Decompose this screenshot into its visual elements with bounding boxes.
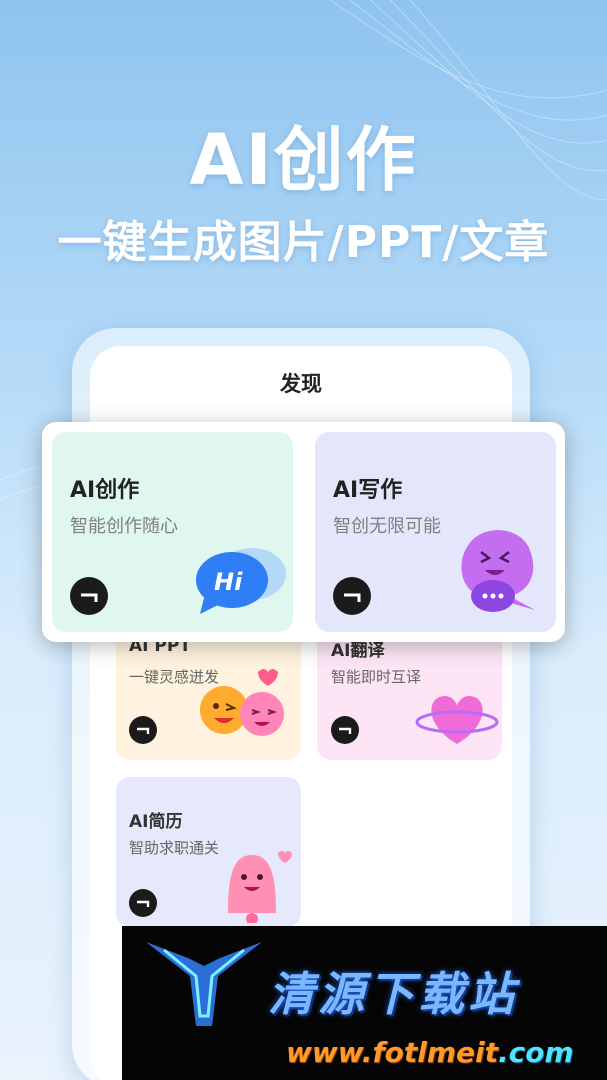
site-logo-icon [146, 942, 262, 1026]
watermark-site-name: 清源下载站 [268, 967, 518, 1021]
emoji-faces-icon [200, 669, 284, 736]
card-title: AI简历 [129, 812, 183, 832]
card-ai-resume[interactable]: AI简历 智助求职通关 [116, 777, 301, 927]
card-title: AI写作 [333, 478, 403, 503]
card-subtitle: 智能即时互译 [331, 668, 422, 686]
watermark-url: www.fotlmeit.com [286, 1036, 574, 1069]
arrow-right-icon[interactable] [129, 716, 157, 744]
bell-mascot-icon [228, 851, 292, 923]
card-title: AI创作 [70, 478, 140, 503]
arrow-right-icon[interactable] [333, 577, 371, 615]
heart-planet-icon [415, 696, 499, 744]
hero-subtitle: 一键生成图片/PPT/文章 [57, 217, 550, 268]
featured-popup: AI创作 智能创作随心 Hi AI写作 智创无限可能 [42, 422, 565, 642]
arrow-right-icon[interactable] [70, 577, 108, 615]
svg-text:Hi: Hi [214, 568, 243, 596]
screen-title: 发现 [280, 372, 322, 396]
card-ai-write[interactable]: AI写作 智创无限可能 [315, 432, 556, 632]
watermark-url-main: www.fotlmeit [286, 1036, 498, 1069]
card-subtitle: 智能创作随心 [70, 516, 178, 537]
card-ai-create[interactable]: AI创作 智能创作随心 Hi [52, 432, 293, 632]
hero-title: AI创作 [189, 119, 418, 201]
card-subtitle: 智助求职通关 [129, 839, 220, 857]
watermark-url-suffix: .com [498, 1036, 574, 1069]
card-subtitle: 智创无限可能 [333, 516, 441, 537]
arrow-right-icon[interactable] [129, 889, 157, 917]
arrow-right-icon[interactable] [331, 716, 359, 744]
hi-speech-bubble-icon: Hi [196, 548, 286, 614]
purple-chat-mascot-icon [461, 530, 535, 612]
